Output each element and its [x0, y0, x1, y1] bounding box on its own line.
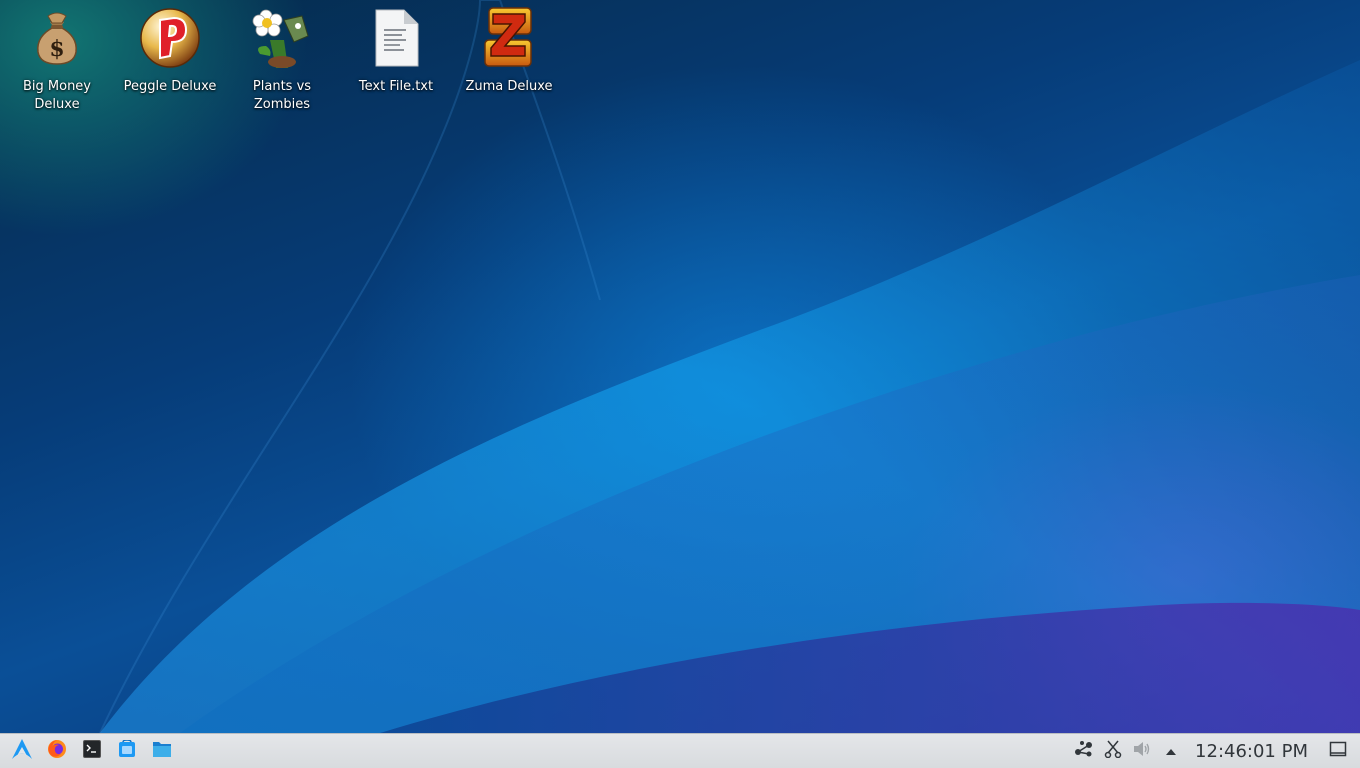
desktop-icon-label: Peggle Deluxe: [123, 79, 217, 94]
firefox-launcher-button[interactable]: [39, 734, 74, 768]
svg-text:$: $: [49, 36, 64, 62]
discover-launcher-button[interactable]: [109, 734, 144, 768]
arch-launcher-icon: [11, 738, 33, 764]
show-hidden-icons-button[interactable]: [1156, 734, 1185, 768]
peggle-icon: [138, 6, 202, 70]
network-tray-button[interactable]: [1069, 734, 1098, 768]
desktop-icon-big-money-deluxe[interactable]: $ Big Money Deluxe: [5, 6, 109, 116]
application-launcher-button[interactable]: [4, 734, 39, 768]
desktop-icon-label: Zuma Deluxe: [465, 79, 553, 94]
chevron-up-icon: [1165, 742, 1177, 761]
desktop-icon-label: Plants vs Zombies: [252, 79, 312, 112]
store-icon: [118, 739, 136, 762]
volume-icon: [1132, 740, 1152, 762]
desktop-icon-peggle-deluxe[interactable]: Peggle Deluxe: [118, 6, 222, 116]
file-manager-launcher-button[interactable]: [144, 734, 179, 768]
task-manager: [0, 734, 179, 768]
money-bag-icon: $: [25, 6, 89, 70]
desktop-icon-plants-vs-zombies[interactable]: Plants vs Zombies: [230, 6, 334, 116]
desktop-icon-text-file[interactable]: Text File.txt: [344, 6, 448, 116]
text-file-icon: [364, 6, 428, 70]
folder-icon: [152, 740, 172, 762]
firefox-icon: [47, 739, 67, 763]
network-icon: [1074, 740, 1094, 762]
digital-clock[interactable]: 12:46:01 PM: [1185, 741, 1322, 762]
volume-tray-button[interactable]: [1127, 734, 1156, 768]
terminal-launcher-button[interactable]: [74, 734, 109, 768]
plants-vs-zombies-icon: [250, 6, 314, 70]
desktop-icon-label: Text File.txt: [358, 79, 434, 94]
scissors-icon: [1104, 740, 1122, 762]
show-desktop-button[interactable]: [1322, 734, 1354, 768]
taskbar: 12:46:01 PM: [0, 733, 1360, 768]
zuma-icon: [477, 6, 541, 70]
desktop-icon-label: Big Money Deluxe: [22, 79, 91, 112]
show-desktop-icon: [1329, 740, 1347, 762]
terminal-icon: [82, 740, 101, 762]
desktop-icon-zuma-deluxe[interactable]: Zuma Deluxe: [457, 6, 561, 116]
system-tray: 12:46:01 PM: [1069, 734, 1360, 768]
clipboard-tray-button[interactable]: [1098, 734, 1127, 768]
